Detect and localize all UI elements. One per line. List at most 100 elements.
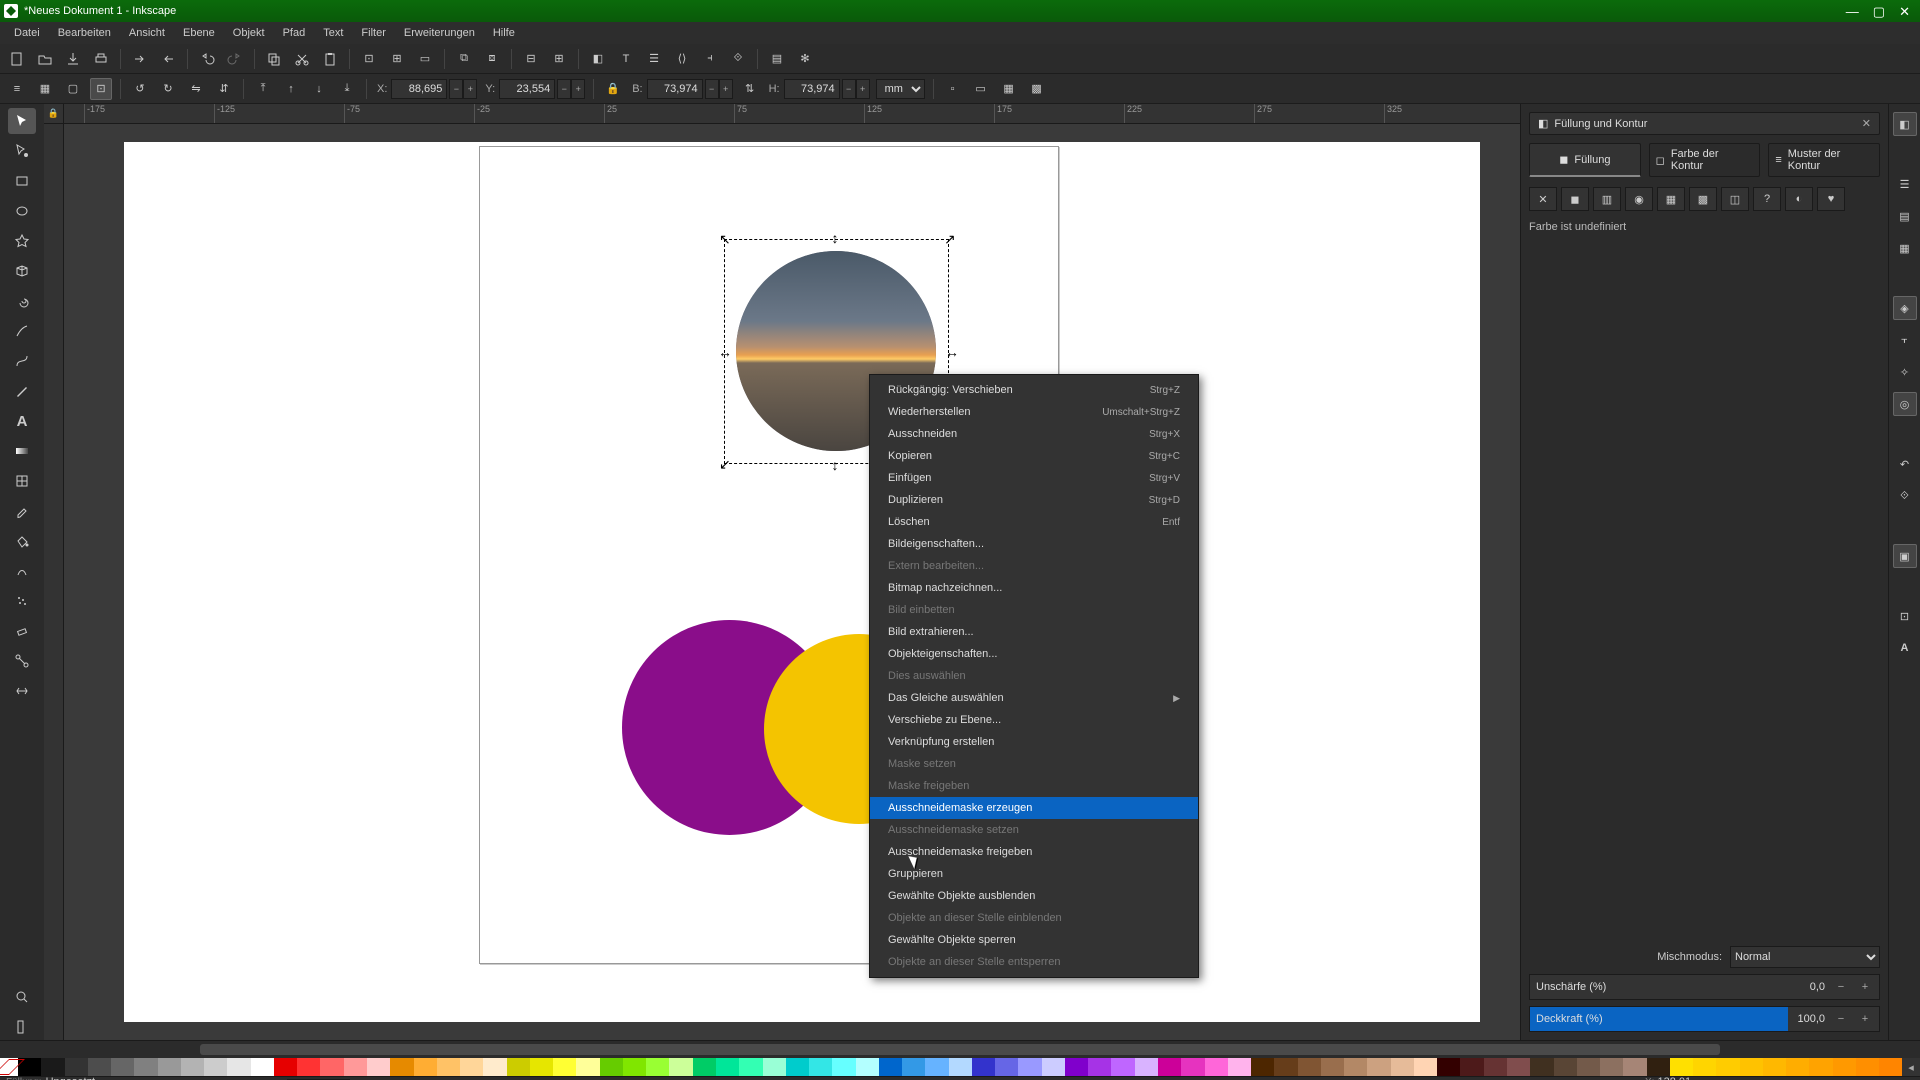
unit-select[interactable]: mm [876,79,925,99]
menu-pfad[interactable]: Pfad [275,25,314,41]
menu-ansicht[interactable]: Ansicht [121,25,173,41]
star-tool[interactable] [8,228,36,254]
swatch[interactable] [1833,1058,1856,1076]
export-icon[interactable] [157,48,179,70]
undo-icon[interactable] [196,48,218,70]
rail-fill-stroke-icon[interactable]: ◧ [1893,112,1917,136]
mesh-tool[interactable] [8,468,36,494]
bezier-tool[interactable] [8,348,36,374]
raise-icon[interactable]: ↑ [280,78,302,100]
blur-plus[interactable]: + [1857,981,1873,993]
swatch[interactable] [995,1058,1018,1076]
paint-mesh[interactable]: ▦ [1657,187,1685,211]
menu-item[interactable]: Gewählte Objekte sperren [870,929,1198,951]
swatch[interactable] [297,1058,320,1076]
swatch[interactable] [949,1058,972,1076]
zoom-page-icon[interactable]: ▭ [414,48,436,70]
swatch[interactable] [1554,1058,1577,1076]
menu-item[interactable]: KopierenStrg+C [870,445,1198,467]
menu-item[interactable]: LöschenEntf [870,511,1198,533]
spiral-tool[interactable] [8,288,36,314]
menu-ebene[interactable]: Ebene [175,25,223,41]
swatch[interactable] [111,1058,134,1076]
swatch[interactable] [1274,1058,1297,1076]
connector-tool[interactable] [8,648,36,674]
swatch[interactable] [88,1058,111,1076]
tab-stroke-paint[interactable]: ◻Farbe der Kontur [1649,143,1761,177]
new-doc-icon[interactable] [6,48,28,70]
tweak-tool[interactable] [8,558,36,584]
gradient-tool[interactable] [8,438,36,464]
swatch[interactable] [460,1058,483,1076]
ruler-corner[interactable]: 🔒 [44,104,64,124]
measure-tool[interactable] [8,1014,36,1040]
bucket-tool[interactable] [8,528,36,554]
opacity-slider[interactable]: Deckkraft (%) 100,0 − + [1529,1006,1880,1032]
lower-bottom-icon[interactable]: ⤓ [336,78,358,100]
swatch[interactable] [1647,1058,1670,1076]
scale-corner-icon[interactable]: ▭ [970,78,992,100]
menu-item[interactable]: Bildeigenschaften... [870,533,1198,555]
copy-icon[interactable] [263,48,285,70]
text-icon[interactable]: T [615,48,637,70]
swatch[interactable] [1065,1058,1088,1076]
menu-bearbeiten[interactable]: Bearbeiten [50,25,119,41]
print-icon[interactable] [90,48,112,70]
swatch[interactable] [530,1058,553,1076]
panel-tab-fill-stroke[interactable]: ◧ Füllung und Kontur ✕ [1529,112,1880,135]
handle-tr[interactable]: ↗ [944,234,954,244]
menu-item[interactable]: Gewählte Objekte ausblenden [870,885,1198,907]
swatch[interactable] [1228,1058,1251,1076]
rail-path-effects-icon[interactable]: ✧ [1893,360,1917,384]
ruler-vertical[interactable] [44,124,64,1040]
paint-radial[interactable]: ◉ [1625,187,1653,211]
swatch[interactable] [320,1058,343,1076]
select-all-icon[interactable]: ▦ [34,78,56,100]
open-doc-icon[interactable] [34,48,56,70]
swatch[interactable] [1111,1058,1134,1076]
swatch[interactable] [1460,1058,1483,1076]
save-icon[interactable] [62,48,84,70]
rail-undo-history-icon[interactable]: ↶ [1893,452,1917,476]
rail-xml-icon[interactable]: ⟐ [1893,484,1917,508]
swatch[interactable] [693,1058,716,1076]
h-minus[interactable]: − [842,79,856,99]
menu-item[interactable]: Bild extrahieren... [870,621,1198,643]
swatch[interactable] [1181,1058,1204,1076]
rail-objects-icon[interactable]: ☰ [1893,172,1917,196]
h-input[interactable] [784,79,840,99]
swatch[interactable] [856,1058,879,1076]
paint-unset1[interactable]: ◐ [1785,187,1813,211]
swatch[interactable] [879,1058,902,1076]
flip-h-icon[interactable]: ⇋ [185,78,207,100]
swatch[interactable] [716,1058,739,1076]
swatch[interactable] [576,1058,599,1076]
scale-pattern-icon[interactable]: ▩ [1026,78,1048,100]
swatch[interactable] [739,1058,762,1076]
blur-slider[interactable]: Unschärfe (%) 0,0 − + [1529,974,1880,1000]
rail-trace-icon[interactable]: ◎ [1893,392,1917,416]
toggle-select-icon[interactable]: ⊡ [90,78,112,100]
menu-item[interactable]: Verknüpfung erstellen [870,731,1198,753]
handle-l[interactable]: ↔ [718,347,728,357]
calligraphy-tool[interactable] [8,378,36,404]
handle-t[interactable]: ↕ [832,233,842,243]
swatch[interactable] [41,1058,64,1076]
swatch[interactable] [483,1058,506,1076]
prefs-icon[interactable]: ✻ [794,48,816,70]
panel-close-icon[interactable]: ✕ [1862,117,1871,130]
text-tool[interactable]: A [8,408,36,434]
rotate-cw-icon[interactable]: ↻ [157,78,179,100]
select-all-layers-icon[interactable]: ≡ [6,78,28,100]
swatch[interactable] [1740,1058,1763,1076]
zoom-drawing-icon[interactable]: ⊞ [386,48,408,70]
swatch[interactable] [1507,1058,1530,1076]
redo-icon[interactable] [224,48,246,70]
spray-tool[interactable] [8,588,36,614]
lock-wh-icon[interactable]: 🔒 [602,78,624,100]
node-tool[interactable] [8,138,36,164]
blur-minus[interactable]: − [1833,981,1849,993]
zoom-tool[interactable] [8,984,36,1010]
swatch[interactable] [1018,1058,1041,1076]
swatch[interactable] [204,1058,227,1076]
